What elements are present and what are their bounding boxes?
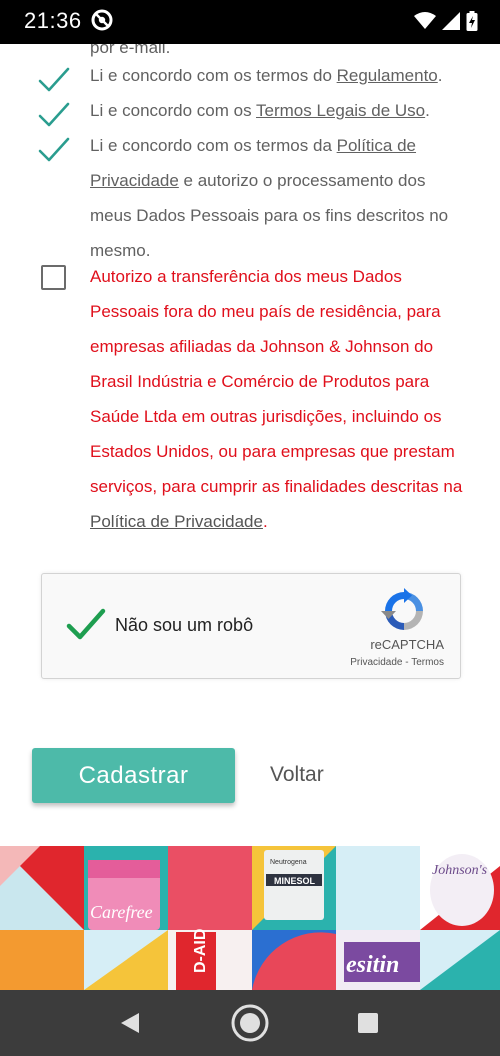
regulation-link[interactable]: Regulamento	[337, 66, 438, 85]
bandaid-logo-text: D-AID	[192, 929, 209, 973]
recaptcha-privacy-link[interactable]: Privacidade	[350, 657, 402, 668]
recaptcha-brand: reCAPTCHA	[370, 637, 444, 652]
recaptcha-terms-link[interactable]: Termos	[411, 657, 444, 668]
recaptcha-checkmark-icon[interactable]	[66, 606, 106, 642]
brand-banner: Carefree Neutrogena MINESOL Johnson's D-…	[0, 846, 500, 990]
data-transfer-checkbox[interactable]	[41, 265, 66, 290]
privacy-policy-link[interactable]: Política de Privacidade	[90, 512, 263, 531]
checkmark-icon[interactable]	[38, 101, 70, 129]
neutrogena-logo-text: Neutrogena	[270, 859, 307, 866]
consent-text: Li e concordo com os termos da Política …	[90, 128, 465, 268]
consent-text: Autorizo a transferência dos meus Dados …	[90, 259, 465, 539]
submit-button[interactable]: Cadastrar	[32, 748, 235, 803]
recaptcha-label: Não sou um robô	[115, 615, 254, 635]
status-icons	[414, 10, 478, 32]
at-sign-icon	[91, 9, 113, 31]
home-icon[interactable]	[230, 1003, 270, 1043]
checkmark-icon[interactable]	[38, 136, 70, 164]
status-time: 21:36	[24, 8, 82, 33]
wifi-icon	[414, 12, 436, 29]
consent-prefix: Li e concordo com os termos do	[90, 66, 337, 85]
consent-suffix: .	[437, 66, 443, 85]
recaptcha-separator: -	[402, 657, 412, 668]
legal-terms-link[interactable]: Termos Legais de Uso	[256, 101, 425, 120]
system-nav-bar	[0, 990, 500, 1056]
recents-icon[interactable]	[357, 1012, 379, 1034]
consent-suffix: .	[425, 101, 430, 120]
recaptcha-widget: Não sou um robô reCAPTCHA Privacidade - …	[41, 573, 461, 679]
cell-signal-icon	[442, 12, 460, 30]
consent-prefix: Autorizo a transferência dos meus Dados …	[90, 267, 463, 496]
consent-text: Li e concordo com os termos do Regulamen…	[90, 58, 465, 93]
consent-text: Li e concordo com os Termos Legais de Us…	[90, 93, 465, 128]
desitin-logo-text: esitin	[346, 952, 399, 978]
consent-prefix: Li e concordo com os	[90, 101, 256, 120]
carefree-logo-text: Carefree	[90, 902, 153, 922]
back-icon[interactable]	[119, 1012, 141, 1034]
recaptcha-links: Privacidade - Termos	[350, 657, 444, 668]
registration-form: por e-mail. Li e concordo com os termos …	[0, 44, 500, 844]
battery-icon	[466, 11, 478, 31]
checkmark-icon[interactable]	[38, 66, 70, 94]
back-button[interactable]: Voltar	[270, 763, 324, 787]
recaptcha-logo-icon	[381, 588, 423, 630]
previous-consent-text: por e-mail.	[90, 44, 171, 57]
minesol-logo-text: MINESOL	[274, 876, 316, 886]
brand-mosaic-graphic: Carefree Neutrogena MINESOL Johnson's D-…	[0, 846, 500, 990]
consent-suffix: .	[262, 512, 268, 531]
johnsons-logo-text: Johnson's	[432, 863, 488, 878]
status-bar: 21:36	[0, 0, 500, 44]
consent-prefix: Li e concordo com os termos da	[90, 136, 337, 155]
